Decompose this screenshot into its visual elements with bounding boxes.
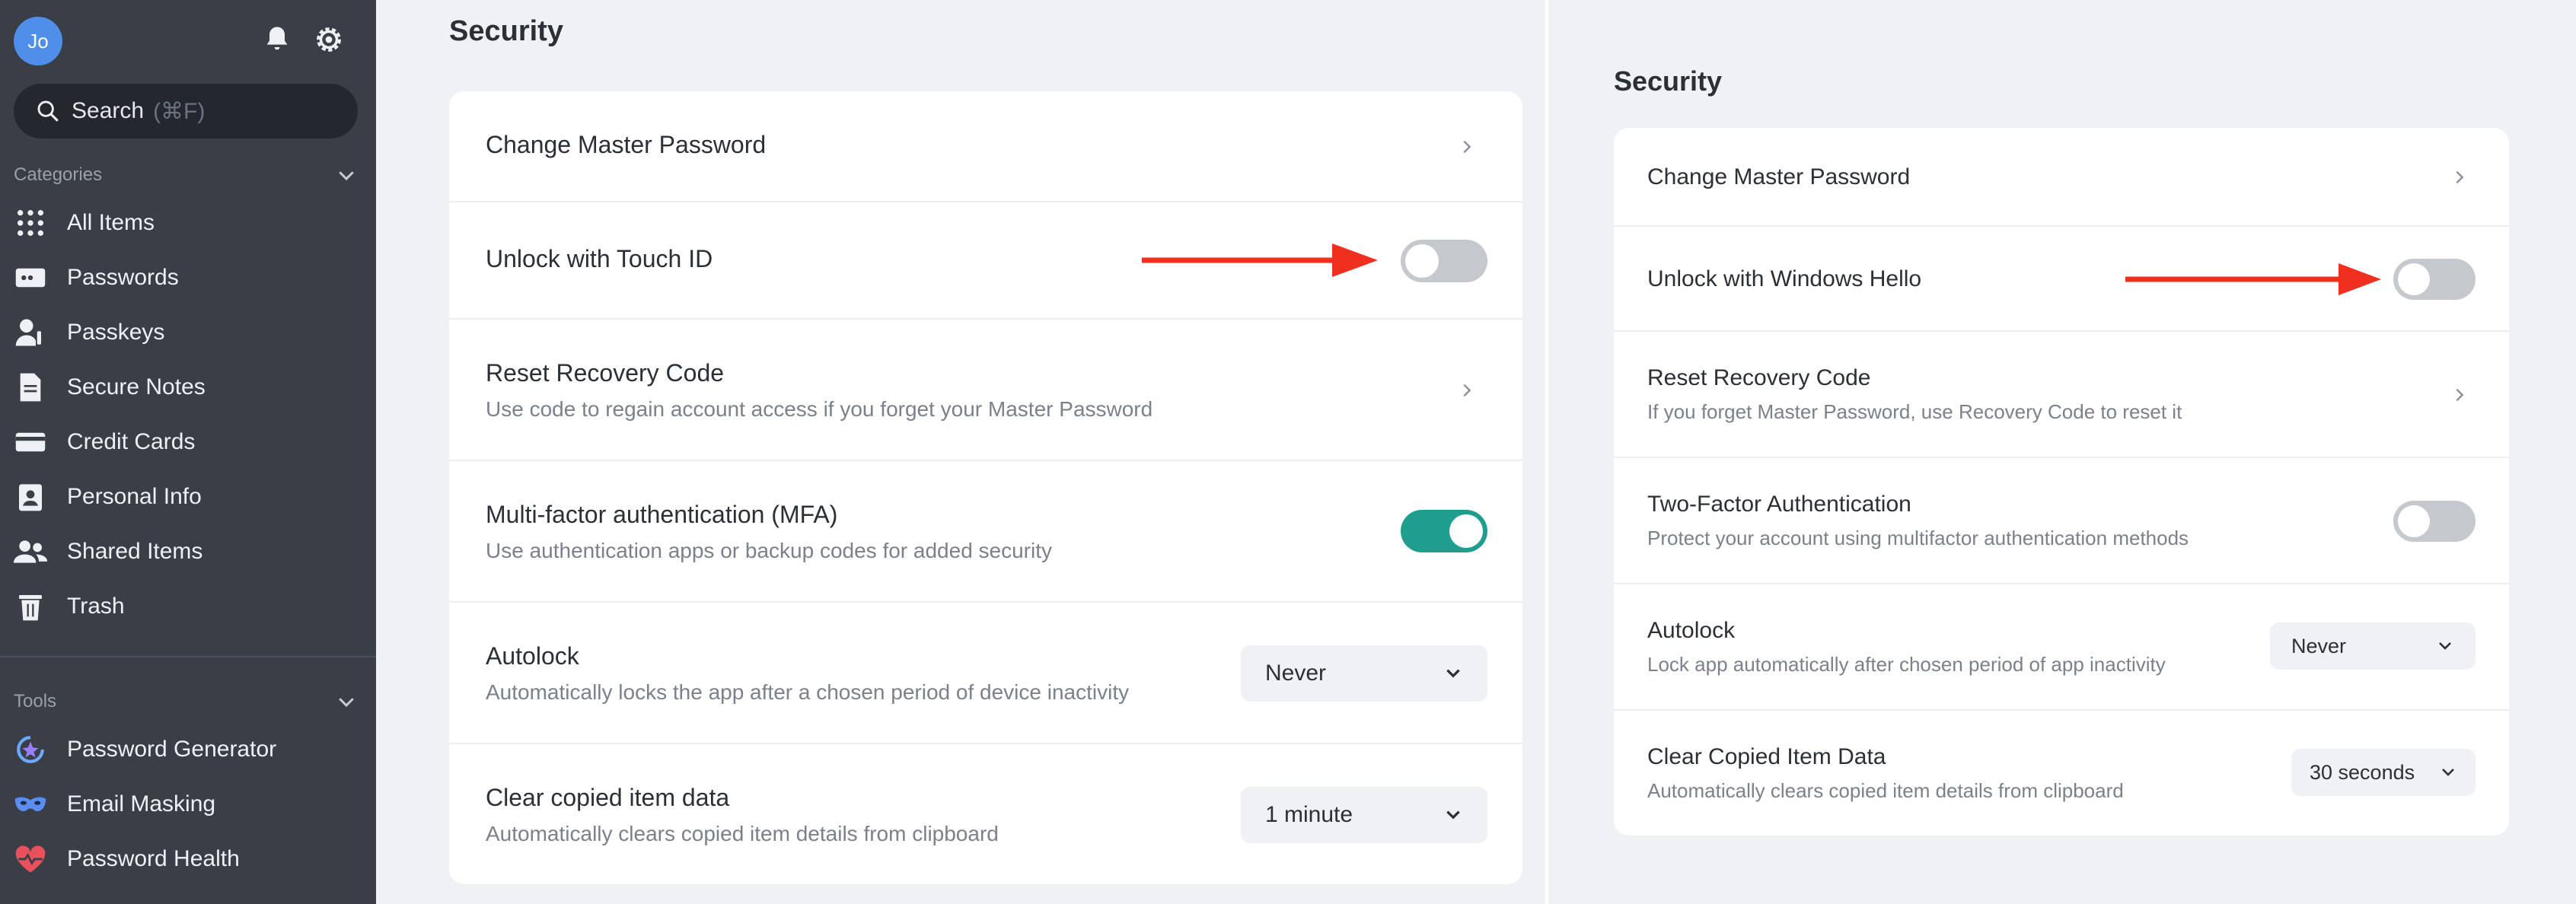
chevron-right-icon: [1455, 379, 1478, 402]
chevron-right-icon: [2448, 166, 2471, 189]
generator-icon: [14, 733, 47, 766]
row-unlock-windows-hello: Unlock with Windows Hello: [1614, 227, 2509, 332]
security-settings-card: Change Master Password Unlock with Windo…: [1614, 128, 2509, 836]
sidebar: Jo Search (⌘F) Categories All Items Pass…: [0, 0, 376, 904]
row-clear-copied-data: Clear Copied Item Data Automatically cle…: [1614, 711, 2509, 836]
two-factor-toggle[interactable]: [2393, 501, 2476, 542]
search-icon: [37, 100, 59, 122]
sidebar-divider: [0, 656, 376, 657]
id-badge-icon: [14, 480, 47, 514]
page-title: Security: [1614, 65, 1723, 97]
sidebar-item-email-masking[interactable]: Email Masking: [14, 782, 358, 826]
search-placeholder: Search: [72, 98, 145, 123]
mfa-toggle[interactable]: [1401, 510, 1487, 552]
search-input[interactable]: Search (⌘F): [14, 84, 358, 138]
note-icon: [14, 371, 47, 404]
mask-icon: [14, 788, 47, 821]
sidebar-item-passwords[interactable]: Passwords: [14, 256, 358, 300]
sidebar-item-all-items[interactable]: All Items: [14, 201, 358, 245]
security-panel-windows: Security Change Master Password Unlock w…: [1548, 0, 2576, 904]
clear-copied-select[interactable]: 1 minute: [1241, 787, 1487, 843]
chevron-down-icon: [339, 698, 354, 708]
tools-header[interactable]: Tools: [14, 686, 358, 717]
categories-header[interactable]: Categories: [14, 160, 358, 190]
row-reset-recovery-code[interactable]: Reset Recovery Code If you forget Master…: [1614, 332, 2509, 458]
chevron-down-icon: [2439, 642, 2451, 650]
sidebar-item-password-health[interactable]: Password Health: [14, 837, 358, 881]
touch-id-toggle[interactable]: [1401, 240, 1487, 282]
row-clear-copied-data: Clear copied item data Automatically cle…: [449, 744, 1522, 884]
sidebar-item-secure-notes[interactable]: Secure Notes: [14, 365, 358, 409]
row-two-factor-auth: Two-Factor Authentication Protect your a…: [1614, 458, 2509, 584]
users-icon: [14, 535, 47, 568]
windows-hello-toggle[interactable]: [2393, 259, 2476, 300]
sidebar-item-passkeys[interactable]: Passkeys: [14, 310, 358, 355]
clear-copied-select[interactable]: 30 seconds: [2291, 749, 2476, 796]
bell-icon[interactable]: [259, 21, 295, 58]
chevron-right-icon: [1455, 135, 1478, 158]
sidebar-item-trash[interactable]: Trash: [14, 584, 358, 629]
grid-icon: [14, 206, 47, 240]
avatar[interactable]: Jo: [14, 17, 62, 65]
sidebar-item-credit-cards[interactable]: Credit Cards: [14, 420, 358, 464]
annotation-arrow-icon: [2125, 263, 2381, 295]
chevron-right-icon: [2448, 384, 2471, 406]
credit-card-icon: [14, 425, 47, 459]
security-panel-mac: Security Change Master Password Unlock w…: [376, 0, 1545, 904]
row-unlock-touch-id: Unlock with Touch ID: [449, 202, 1522, 320]
password-card-icon: [14, 261, 47, 294]
passkey-user-icon: [14, 316, 47, 349]
row-autolock: Autolock Lock app automatically after ch…: [1614, 584, 2509, 711]
row-mfa: Multi-factor authentication (MFA) Use au…: [449, 461, 1522, 603]
annotation-arrow-icon: [1142, 244, 1378, 277]
sidebar-header: Jo: [14, 14, 362, 65]
sidebar-item-shared-items[interactable]: Shared Items: [14, 530, 358, 574]
page-title: Security: [449, 15, 563, 47]
trash-icon: [14, 590, 47, 623]
chevron-down-icon: [1446, 669, 1460, 678]
row-autolock: Autolock Automatically locks the app aft…: [449, 603, 1522, 744]
gear-icon[interactable]: [311, 21, 347, 58]
chevron-down-icon: [2442, 769, 2454, 776]
sidebar-item-personal-info[interactable]: Personal Info: [14, 475, 358, 519]
chevron-down-icon: [1446, 810, 1460, 820]
row-reset-recovery-code[interactable]: Reset Recovery Code Use code to regain a…: [449, 320, 1522, 461]
security-settings-card: Change Master Password Unlock with Touch…: [449, 91, 1522, 884]
autolock-select[interactable]: Never: [2270, 622, 2476, 670]
heart-pulse-icon: [14, 842, 47, 876]
chevron-down-icon: [339, 171, 354, 181]
autolock-select[interactable]: Never: [1241, 645, 1487, 702]
search-shortcut: (⌘F): [153, 98, 206, 124]
sidebar-item-password-generator[interactable]: Password Generator: [14, 727, 358, 772]
row-change-master-password[interactable]: Change Master Password: [1614, 128, 2509, 227]
row-change-master-password[interactable]: Change Master Password: [449, 91, 1522, 202]
